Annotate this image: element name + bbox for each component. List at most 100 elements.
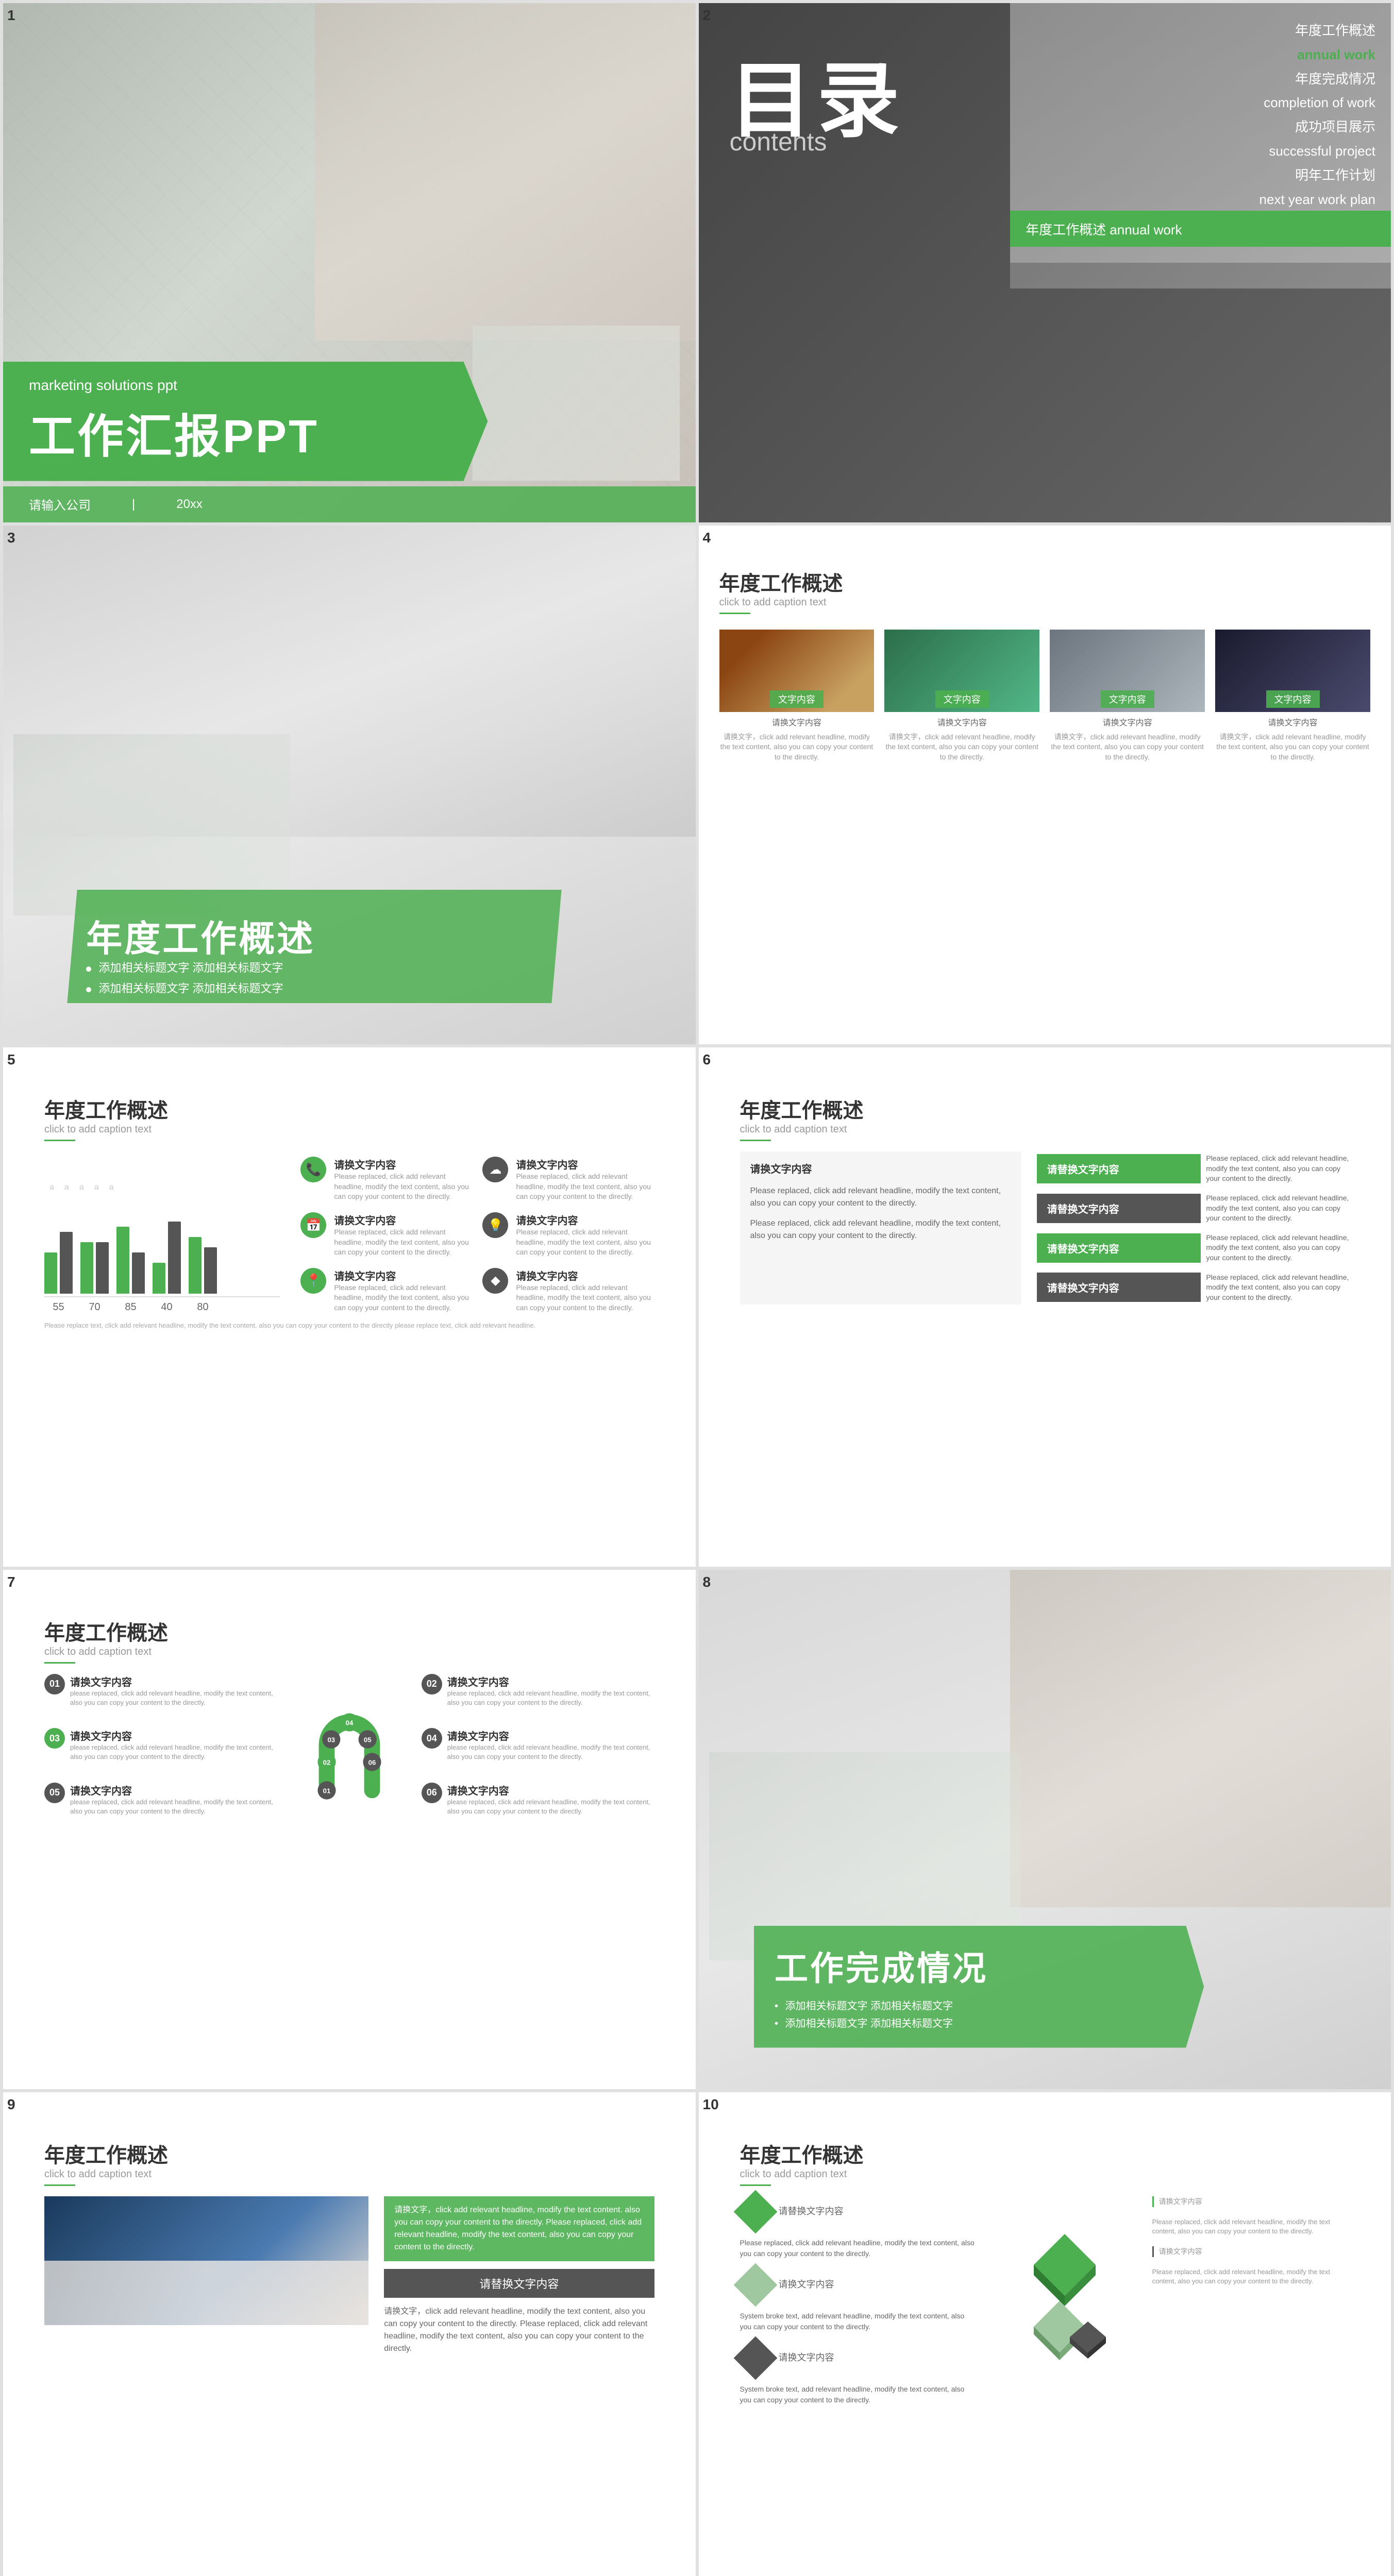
slide4-img-label-0: 文字内容 (770, 690, 824, 708)
slide5-bargroup-4 (189, 1237, 217, 1294)
slide2-bar-text: 年度工作概述 annual work (1026, 219, 1182, 239)
slide7-desc-0: please replaced, click add relevant head… (70, 1689, 277, 1707)
slide7-badge-1: 02 (422, 1674, 442, 1694)
slide7-left-items: 01 请换文字内容 please replaced, click add rel… (44, 1674, 277, 1816)
slide-4: 4 年度工作概述 click to add caption text 文字内容 … (699, 526, 1391, 1045)
slide10-diamond-area: 请替换文字内容 Please replaced, click add relev… (740, 2196, 1350, 2405)
slide9-photo (44, 2196, 368, 2325)
slide4-img-desc-2: 请换文字，click add relevant headline, modify… (1050, 732, 1205, 762)
slide9-text-area: 请换文字，click add relevant headline, modify… (384, 2196, 654, 2355)
slide5-bargroup-2 (116, 1227, 145, 1294)
slide10-ddesc-2: System broke text, add relevant headline… (740, 2384, 977, 2405)
slide9-bottom: 请换文字，click add relevant headline, modify… (44, 2196, 654, 2355)
slide8-bullet-1: • 添加相关标题文字 添加相关标题文字 (775, 2015, 1183, 2030)
slide10-content: 年度工作概述 click to add caption text 请替换文字内容… (719, 2113, 1371, 2576)
slide6-desc-1: Please replaced, click add relevant head… (1206, 1191, 1350, 1226)
slide4-img-label-2: 文字内容 (1101, 690, 1154, 708)
slide5-icon-desc-4: Please replaced, click add relevant head… (334, 1283, 472, 1313)
slide-9: 9 年度工作概述 click to add caption text 请换文字，… (3, 2092, 696, 2576)
slide5-icon-circle-5: ◆ (482, 1268, 508, 1294)
slide2-item-7: next year work plan (1259, 188, 1375, 212)
slide9-number: 9 (7, 2096, 15, 2113)
slide6-left-text: Please replaced, click add relevant head… (750, 1185, 1011, 1210)
slide5-bar-d1 (96, 1242, 109, 1294)
slide10-left-col: 请替换文字内容 Please replaced, click add relev… (740, 2196, 977, 2405)
slide5-icon-text-0: 请换文字内容 Please replaced, click add releva… (334, 1157, 472, 1202)
slide7-title-3: 请换文字内容 (447, 1728, 654, 1743)
slide7-caption: click to add caption text (44, 1646, 654, 1658)
slide3-bullet-0: 添加相关标题文字 添加相关标题文字 (86, 959, 283, 975)
slide6-header: 年度工作概述 click to add caption text (740, 1094, 1350, 1141)
slide7-horseshoe: 01 02 03 04 05 06 (293, 1688, 406, 1802)
slide10-dlabel-2: 请换文字内容 (779, 2351, 834, 2364)
slide4-img-placeholder-2: 文字内容 (1050, 630, 1205, 712)
slide10-ddesc-0: Please replaced, click add relevant head… (740, 2238, 977, 2259)
slide6-content-area: 请换文字内容 Please replaced, click add releva… (740, 1151, 1350, 1304)
slide5-icon-text-3: 请换文字内容 Please replaced, click add releva… (516, 1212, 654, 1258)
slide5-icon-circle-1: ☁ (482, 1157, 508, 1182)
slide7-right-items: 02 请换文字内容 please replaced, click add rel… (422, 1674, 654, 1816)
slide7-text-1: 请换文字内容 please replaced, click add releva… (447, 1674, 654, 1707)
slide5-bottom-text: Please replace text, click add relevant … (44, 1321, 654, 1330)
slide4-img-caption-2: 请换文字内容 (1103, 717, 1152, 730)
slide2-contents-list: 年度工作概述 annual work 年度完成情况 completion of … (1259, 19, 1375, 211)
slide10-drow-1: 请换文字内容 (740, 2269, 977, 2300)
slide10-rdesc-text-1: Please replaced, click add relevant head… (1152, 2267, 1350, 2286)
slide5-icon-sym-0: 📞 (306, 1162, 321, 1177)
slide5-icon-0: 📞 请换文字内容 Please replaced, click add rele… (300, 1157, 472, 1202)
slide6-bar-row-2: 请替换文字内容 Please replaced, click add relev… (1037, 1231, 1350, 1265)
slide1-banner: marketing solutions ppt 工作汇报PPT (3, 362, 488, 481)
slide7-badge-3: 04 (422, 1728, 442, 1749)
slide10-caption: click to add caption text (740, 2168, 1350, 2180)
slide5-header: 年度工作概述 click to add caption text (44, 1094, 654, 1141)
slide10-diamond-0 (733, 2190, 777, 2233)
slide10-rdesc-0: 请换文字内容 (1152, 2196, 1350, 2207)
slide5-icon-title-2: 请换文字内容 (334, 1212, 472, 1227)
slide6-bar-0: 请替换文字内容 (1037, 1154, 1201, 1183)
slide-2: 目录 contents 年度工作概述 annual work 年度工作概述 an… (699, 3, 1391, 522)
slide5-label-4: 80 (189, 1301, 217, 1313)
slide5-icon-text-4: 请换文字内容 Please replaced, click add releva… (334, 1268, 472, 1313)
slide10-main-title: 年度工作概述 (740, 2139, 1350, 2168)
slide7-item-5: 06 请换文字内容 please replaced, click add rel… (422, 1783, 654, 1816)
slide5-label-1: 70 (80, 1301, 109, 1313)
slide4-img-desc-1: 请换文字，click add relevant headline, modify… (884, 732, 1039, 762)
slide5-icon-desc-2: Please replaced, click add relevant head… (334, 1227, 472, 1258)
slide7-item-2: 03 请换文字内容 please replaced, click add rel… (44, 1728, 277, 1761)
slide5-grid-labels: a a a a a (44, 1183, 280, 1192)
slide10-diamond-2 (733, 2336, 777, 2380)
slide7-title-0: 请换文字内容 (70, 1674, 277, 1689)
slide4-main-title: 年度工作概述 (719, 567, 1371, 597)
slide5-icon-3: 💡 请换文字内容 Please replaced, click add rele… (482, 1212, 654, 1258)
slide5-bar-chart: a a a a a (44, 1157, 280, 1313)
slide5-icon-title-3: 请换文字内容 (516, 1212, 654, 1227)
slide5-icon-circle-3: 💡 (482, 1212, 508, 1238)
slide5-chart-area: a a a a a (44, 1157, 654, 1313)
slide4-img-label-1: 文字内容 (935, 690, 989, 708)
slide5-icon-4: 📍 请换文字内容 Please replaced, click add rele… (300, 1268, 472, 1313)
slide4-img-caption-0: 请换文字内容 (772, 717, 821, 730)
slide7-item-1: 02 请换文字内容 please replaced, click add rel… (422, 1674, 654, 1707)
slide1-bottom-bar: 请输入公司 | 20xx (3, 486, 696, 522)
slide3-number: 3 (7, 530, 15, 546)
slide5-label-3: 40 (153, 1301, 181, 1313)
slide9-main-title: 年度工作概述 (44, 2139, 654, 2168)
slide9-underline (44, 2184, 75, 2186)
slide6-underline (740, 1140, 771, 1141)
slide5-bar-chart-inner (44, 1194, 280, 1297)
slide4-img-0: 文字内容 请换文字内容 请换文字，click add relevant head… (719, 630, 875, 762)
slide1-number: 1 (7, 7, 15, 24)
slide5-bar-d4 (204, 1247, 217, 1294)
slide4-img-placeholder-3: 文字内容 (1215, 630, 1370, 712)
slide8-dot-1: • (775, 2018, 778, 2029)
slide7-badge-5: 06 (422, 1783, 442, 1803)
slide9-caption: click to add caption text (44, 2168, 654, 2180)
slide3-section-title: 年度工作概述 (86, 910, 315, 962)
slide4-img-desc-3: 请换文字，click add relevant headline, modify… (1215, 732, 1370, 762)
slide10-number: 10 (703, 2096, 719, 2113)
slide7-desc-2: please replaced, click add relevant head… (70, 1743, 277, 1761)
slide5-icons-grid: 📞 请换文字内容 Please replaced, click add rele… (300, 1157, 654, 1313)
slide7-text-2: 请换文字内容 please replaced, click add releva… (70, 1728, 277, 1761)
slide8-box-bullets: • 添加相关标题文字 添加相关标题文字 • 添加相关标题文字 添加相关标题文字 (775, 1997, 1183, 2030)
slide8-green-box: 工作完成情况 • 添加相关标题文字 添加相关标题文字 • 添加相关标题文字 添加… (754, 1926, 1204, 2048)
